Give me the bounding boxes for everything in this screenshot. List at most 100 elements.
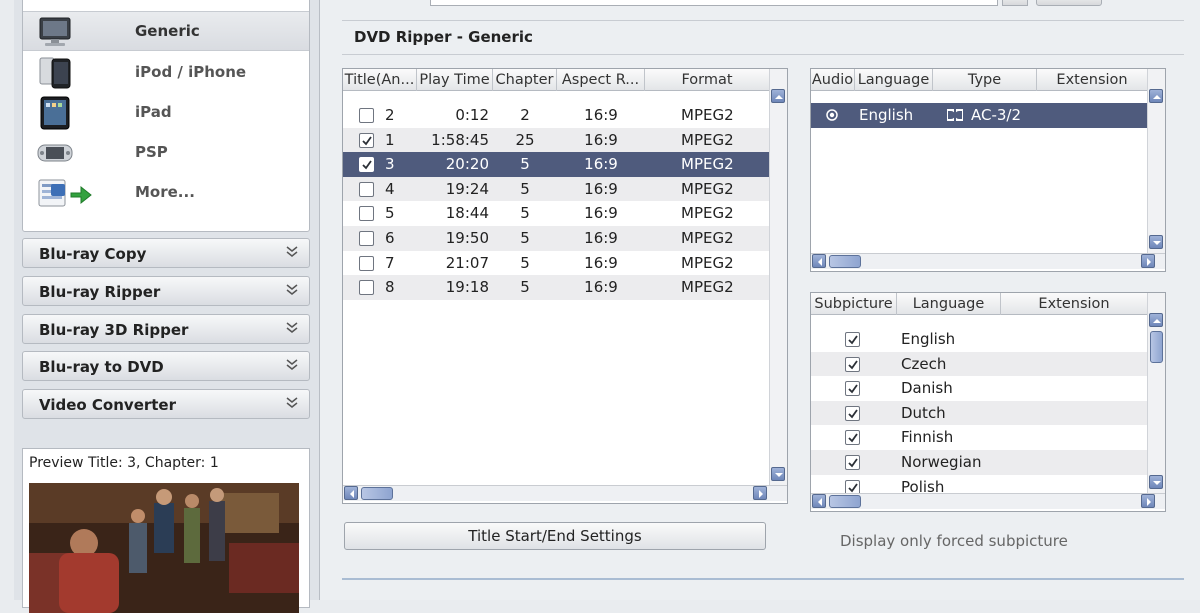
- column-header-type[interactable]: Type: [933, 69, 1037, 91]
- subpicture-vertical-scrollbar[interactable]: [1147, 293, 1165, 493]
- table-row[interactable]: 1 1:58:45 25 16:9 MPEG2: [343, 127, 769, 153]
- chevron-down-icon: [285, 282, 299, 298]
- titles-horizontal-scrollbar[interactable]: [343, 485, 787, 501]
- ipod-icon: [37, 56, 73, 90]
- scroll-down-button[interactable]: [1149, 475, 1163, 489]
- device-item-ipad[interactable]: iPad: [23, 93, 309, 133]
- titles-table: Title(An... Play Time Chapter Aspect R..…: [342, 68, 788, 504]
- column-header-extension[interactable]: Extension: [1001, 293, 1147, 315]
- category-label: Blu-ray Copy: [39, 245, 147, 263]
- column-header-title[interactable]: Title(An...: [343, 69, 417, 91]
- row-checkbox[interactable]: [359, 181, 374, 197]
- table-row[interactable]: 2 0:12 2 16:9 MPEG2: [343, 103, 769, 128]
- row-title: 1: [385, 130, 395, 149]
- scroll-left-button[interactable]: [812, 254, 826, 268]
- scroll-up-button[interactable]: [1149, 313, 1163, 327]
- browse-button[interactable]: [1036, 0, 1102, 6]
- divider: [342, 578, 1184, 580]
- scroll-thumb[interactable]: [361, 487, 393, 500]
- row-checkbox[interactable]: [359, 108, 374, 123]
- row-checkbox[interactable]: [359, 157, 374, 173]
- row-checkbox[interactable]: [359, 132, 374, 148]
- scroll-down-button[interactable]: [1149, 235, 1163, 249]
- column-header-aspect-ratio[interactable]: Aspect R...: [557, 69, 645, 91]
- chevron-down-icon: [285, 357, 299, 373]
- preview-video-frame[interactable]: [29, 483, 299, 613]
- table-row[interactable]: 6 19:50 5 16:9 MPEG2: [343, 226, 769, 251]
- list-item[interactable]: Czech: [811, 351, 1147, 377]
- category-blu-ray-copy[interactable]: Blu-ray Copy: [22, 238, 310, 268]
- table-row[interactable]: 7 21:07 5 16:9 MPEG2: [343, 251, 769, 276]
- column-header-play-time[interactable]: Play Time: [417, 69, 493, 91]
- scroll-thumb[interactable]: [829, 255, 861, 268]
- audio-table: Audio Language Type Extension English AC…: [810, 68, 1166, 272]
- audio-horizontal-scrollbar[interactable]: [811, 253, 1165, 269]
- column-header-language[interactable]: Language: [855, 69, 933, 91]
- scroll-left-button[interactable]: [344, 486, 358, 500]
- subpicture-table-header: Subpicture Language Extension: [811, 293, 1147, 315]
- row-checkbox[interactable]: [845, 430, 860, 446]
- device-item-psp[interactable]: PSP: [23, 133, 309, 173]
- scroll-down-button[interactable]: [771, 467, 785, 481]
- row-checkbox[interactable]: [845, 381, 860, 397]
- device-label-more: More...: [135, 183, 195, 201]
- audio-vertical-scrollbar[interactable]: [1147, 69, 1165, 253]
- column-header-subpicture[interactable]: Subpicture: [811, 293, 897, 315]
- list-item[interactable]: Polish: [811, 475, 1147, 493]
- column-header-audio[interactable]: Audio: [811, 69, 855, 91]
- output-path-dropdown-button[interactable]: [1002, 0, 1028, 6]
- table-row[interactable]: 8 19:18 5 16:9 MPEG2: [343, 275, 769, 300]
- titles-vertical-scrollbar[interactable]: [769, 69, 787, 485]
- device-item-ipod-iphone[interactable]: iPod / iPhone: [23, 53, 309, 93]
- column-header-language[interactable]: Language: [897, 293, 1001, 315]
- column-header-chapter[interactable]: Chapter: [493, 69, 557, 91]
- row-checkbox[interactable]: [359, 231, 374, 246]
- subpicture-language: Polish: [901, 477, 945, 493]
- title-start-end-settings-button[interactable]: Title Start/End Settings: [344, 522, 766, 550]
- category-blu-ray-3d-ripper[interactable]: Blu-ray 3D Ripper: [22, 314, 310, 344]
- scroll-thumb[interactable]: [1150, 331, 1163, 363]
- row-checkbox[interactable]: [359, 206, 374, 222]
- list-item[interactable]: English: [811, 327, 1147, 352]
- output-path-field[interactable]: [430, 0, 998, 6]
- row-checkbox[interactable]: [845, 405, 860, 421]
- forced-subpicture-label[interactable]: Display only forced subpicture: [840, 532, 1068, 550]
- row-checkbox[interactable]: [845, 455, 860, 470]
- category-video-converter[interactable]: Video Converter: [22, 389, 310, 419]
- scroll-left-button[interactable]: [812, 494, 826, 508]
- list-item[interactable]: Finnish: [811, 425, 1147, 450]
- list-item[interactable]: Norwegian: [811, 450, 1147, 475]
- scroll-thumb[interactable]: [829, 495, 861, 508]
- list-item[interactable]: Dutch: [811, 400, 1147, 426]
- subpicture-horizontal-scrollbar[interactable]: [811, 493, 1165, 509]
- audio-row-selected[interactable]: English AC-3/2: [811, 103, 1147, 128]
- row-checkbox[interactable]: [359, 255, 374, 271]
- scroll-right-button[interactable]: [1141, 254, 1155, 268]
- more-devices-icon: [37, 176, 92, 210]
- row-aspect: 16:9: [584, 130, 618, 149]
- table-row[interactable]: 5 18:44 5 16:9 MPEG2: [343, 201, 769, 226]
- radio-selected-icon[interactable]: [825, 103, 839, 128]
- subpicture-language: Norwegian: [901, 453, 982, 471]
- row-checkbox[interactable]: [845, 332, 860, 347]
- scroll-up-button[interactable]: [1149, 89, 1163, 103]
- device-item-more[interactable]: More...: [23, 173, 309, 213]
- category-blu-ray-to-dvd[interactable]: Blu-ray to DVD: [22, 351, 310, 381]
- row-title: 6: [385, 229, 395, 247]
- row-title: 5: [385, 204, 395, 223]
- scroll-right-button[interactable]: [1141, 494, 1155, 508]
- row-checkbox[interactable]: [845, 479, 860, 493]
- row-chapter: 5: [520, 179, 530, 198]
- row-checkbox[interactable]: [359, 280, 374, 296]
- table-row[interactable]: 4 19:24 5 16:9 MPEG2: [343, 176, 769, 202]
- scroll-right-button[interactable]: [753, 486, 767, 500]
- monitor-icon: [37, 15, 73, 49]
- row-checkbox[interactable]: [845, 356, 860, 372]
- scroll-up-button[interactable]: [771, 89, 785, 103]
- table-row-selected[interactable]: 3 20:20 5 16:9 MPEG2: [343, 152, 769, 177]
- column-header-format[interactable]: Format: [645, 69, 769, 91]
- category-blu-ray-ripper[interactable]: Blu-ray Ripper: [22, 276, 310, 306]
- device-item-generic[interactable]: Generic: [23, 11, 309, 51]
- column-header-extension[interactable]: Extension: [1037, 69, 1147, 91]
- list-item[interactable]: Danish: [811, 376, 1147, 401]
